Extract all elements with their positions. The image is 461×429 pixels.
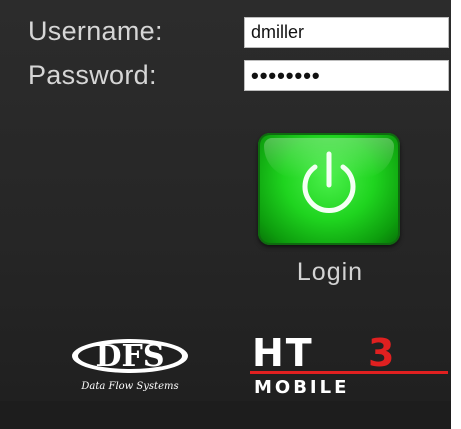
login-button[interactable] <box>258 133 400 245</box>
svg-text:3: 3 <box>368 333 394 375</box>
password-input[interactable]: •••••••• <box>244 60 449 91</box>
dfs-logo: DFS Data Flow Systems <box>72 339 188 392</box>
power-icon <box>302 151 356 213</box>
username-input[interactable]: dmiller <box>244 17 449 48</box>
ht3-mobile-logo: HT 3 MOBILE <box>250 333 448 397</box>
bottom-strip <box>0 401 451 429</box>
svg-text:MOBILE: MOBILE <box>254 377 349 397</box>
svg-text:HT: HT <box>252 333 314 375</box>
username-label: Username: <box>28 16 163 46</box>
svg-text:DFS: DFS <box>96 339 165 374</box>
login-label: Login <box>296 258 364 286</box>
password-label: Password: <box>28 60 157 90</box>
login-screen: Username: dmiller Password: •••••••• Log… <box>0 0 461 429</box>
svg-text:Data Flow Systems: Data Flow Systems <box>80 381 178 392</box>
